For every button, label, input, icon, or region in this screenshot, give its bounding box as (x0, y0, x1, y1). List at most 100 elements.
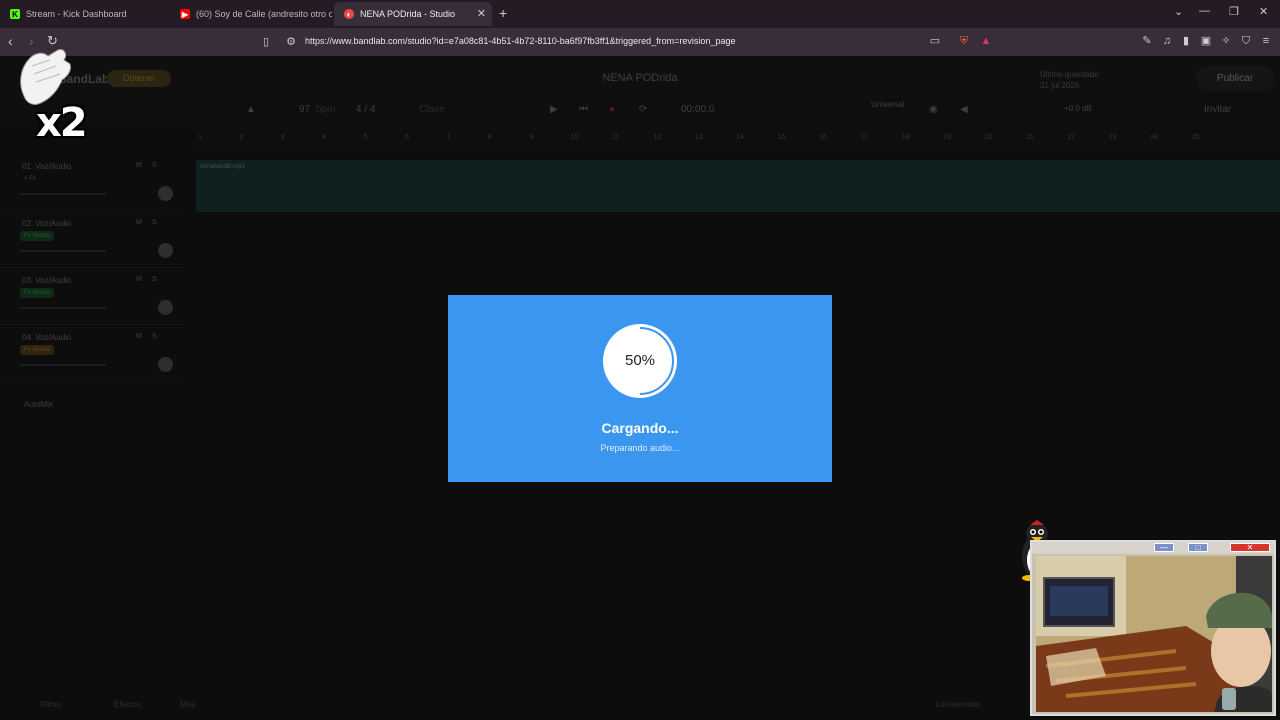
mute-button[interactable]: M (136, 276, 142, 283)
metronome-icon[interactable]: ▲ (246, 104, 256, 115)
audio-clip[interactable]: nenabandlb.mp3 (196, 160, 1280, 212)
brave-rewards-icon[interactable]: ▲ (980, 35, 992, 47)
back-icon[interactable]: ‹ (8, 33, 13, 49)
track-header-4[interactable]: 04. Voz/Audio Fx Vocals M S (0, 325, 186, 382)
loop-icon[interactable]: ⟳ (639, 104, 647, 115)
tab-kick[interactable]: K Stream - Kick Dashboard (0, 2, 168, 26)
mute-button[interactable]: M (136, 333, 142, 340)
ruler-mark: 20 (984, 134, 993, 141)
ruler-mark: 23 (1108, 134, 1117, 141)
ruler-mark: 19 (943, 134, 951, 141)
address-bar[interactable]: ▯ ⚙ https://www.bandlab.com/studio?id=e7… (258, 31, 998, 53)
bottom-tab-efectos[interactable]: Efectos (114, 700, 141, 709)
sidebar-icon[interactable]: ▮ (1180, 35, 1192, 47)
last-saved: Último guardado 31 jul 2026 (1040, 69, 1099, 91)
bpm-unit: bpm (316, 104, 336, 115)
bottom-tab-ritmo[interactable]: Ritmo (40, 700, 61, 709)
ruler-mark: 11 (612, 134, 620, 141)
automix-button[interactable]: AutoMix (24, 400, 53, 409)
ruler-mark: 2 (239, 134, 244, 141)
track-name[interactable]: 04. Voz/Audio (22, 333, 71, 342)
kick-icon: K (10, 9, 20, 19)
music-icon[interactable]: ♫ (1161, 35, 1173, 47)
ruler-mark: 16 (819, 134, 827, 141)
minimize-icon[interactable]: — (1199, 5, 1210, 17)
tab-title: (60) Soy de Calle (andresito otro c (196, 9, 332, 19)
brave-shield-icon[interactable]: ⛨ (958, 35, 970, 47)
track-header-1[interactable]: 01. Voz/Audio + Fx M S (0, 154, 186, 211)
timeline-ruler[interactable]: 1 2 3 4 5 6 7 8 9 10 11 12 13 14 15 16 17 18 19 20 21 22 23 24 2… (194, 122, 1280, 148)
studio-header: BandLab Obtener NENA PODrida Último guar… (0, 56, 1280, 98)
ruler-mark: 17 (860, 134, 869, 141)
solo-button[interactable]: S (152, 333, 157, 340)
ruler-mark: 10 (570, 134, 579, 141)
mute-button[interactable]: M (136, 162, 142, 169)
vpn-icon[interactable]: ⛉ (1240, 35, 1252, 47)
speaker-icon[interactable]: ◀ (960, 104, 968, 115)
fx-badge[interactable]: Fx Vocals (20, 288, 55, 298)
time-signature[interactable]: 4 / 4 (356, 104, 375, 115)
loading-subtitle: Preparando audio... (600, 443, 680, 453)
transport-bar: ▲ 97 bpm 4 / 4 Clave ▶ ⏮ ● ⟳ 00:00.0 Uni… (0, 98, 1280, 122)
track-header-2[interactable]: 02. Voz/Audio Fx Vocals M S (0, 211, 186, 268)
wallet-icon[interactable]: ▣ (1200, 35, 1212, 47)
key-selector[interactable]: Clave (419, 104, 445, 115)
volume-slider[interactable] (20, 307, 106, 309)
pan-knob[interactable] (158, 357, 173, 372)
skip-back-icon[interactable]: ⏮ (579, 104, 588, 115)
solo-button[interactable]: S (152, 219, 157, 226)
webcam-window: — □ ✕ (1030, 540, 1276, 716)
fx-badge[interactable]: Fx Vocals (20, 345, 55, 355)
project-title[interactable]: NENA PODrida (560, 72, 720, 84)
site-info-icon[interactable]: ⚙ (285, 36, 297, 48)
ruler-mark: 3 (280, 134, 285, 141)
fx-badge[interactable]: + Fx (20, 174, 40, 184)
pan-knob[interactable] (158, 300, 173, 315)
volume-slider[interactable] (20, 193, 106, 195)
webcam-close-button[interactable]: ✕ (1230, 543, 1270, 552)
new-tab-button[interactable]: + (499, 5, 507, 21)
mute-button[interactable]: M (136, 219, 142, 226)
url-text[interactable]: https://www.bandlab.com/studio?id=e7a08c… (305, 36, 735, 46)
bookmark-icon[interactable]: ▯ (260, 36, 272, 48)
tab-bandlab[interactable]: ◐ NENA PODrida - Studio ✕ (334, 2, 492, 26)
ruler-mark: 14 (736, 134, 744, 141)
track-name[interactable]: 01. Voz/Audio (22, 162, 71, 171)
publish-button[interactable]: Publicar (1196, 66, 1274, 91)
pan-knob[interactable] (158, 186, 173, 201)
bpm-value[interactable]: 97 (299, 104, 310, 115)
cast-icon[interactable]: ▭ (929, 35, 941, 47)
volume-slider[interactable] (20, 364, 106, 366)
obtener-button[interactable]: Obtener (107, 70, 171, 87)
close-tab-icon[interactable]: ✕ (477, 7, 486, 20)
play-icon[interactable]: ▶ (550, 104, 558, 115)
bandlab-icon: ◐ (344, 9, 354, 19)
maximize-icon[interactable]: ❐ (1229, 5, 1239, 18)
close-window-icon[interactable]: ✕ (1259, 5, 1268, 18)
toggle-icon[interactable]: ◉ (929, 104, 938, 115)
leo-ai-icon[interactable]: ✧ (1220, 35, 1232, 47)
solo-button[interactable]: S (152, 276, 157, 283)
volume-slider[interactable] (20, 250, 106, 252)
track-name[interactable]: 03. Voz/Audio (22, 276, 71, 285)
tab-list-chevron-icon[interactable]: ⌄ (1174, 5, 1183, 18)
tuner-label[interactable]: Universal (871, 100, 904, 109)
solo-button[interactable]: S (152, 162, 157, 169)
webcam-minimize-button[interactable]: — (1154, 543, 1174, 552)
lyrics-notes-button[interactable]: Letras/notas (936, 700, 980, 709)
track-name[interactable]: 02. Voz/Audio (22, 219, 71, 228)
menu-icon[interactable]: ≡ (1260, 35, 1272, 47)
ruler-mark: 21 (1026, 134, 1034, 141)
clip-label: nenabandlb.mp3 (200, 164, 245, 170)
record-icon[interactable]: ● (609, 104, 615, 115)
ruler-mark: 13 (694, 134, 703, 141)
pan-knob[interactable] (158, 243, 173, 258)
tab-youtube[interactable]: ▶ (60) Soy de Calle (andresito otro c (170, 2, 332, 26)
webcam-feed (1036, 556, 1272, 712)
extensions-icon[interactable]: ✎ (1141, 35, 1153, 47)
fx-badge[interactable]: Fx Vocals (20, 231, 55, 241)
bottom-tab-mas[interactable]: Más (180, 700, 195, 709)
invite-button[interactable]: Invitar (1204, 104, 1231, 115)
track-header-3[interactable]: 03. Voz/Audio Fx Vocals M S (0, 268, 186, 325)
webcam-maximize-button[interactable]: □ (1188, 543, 1208, 552)
